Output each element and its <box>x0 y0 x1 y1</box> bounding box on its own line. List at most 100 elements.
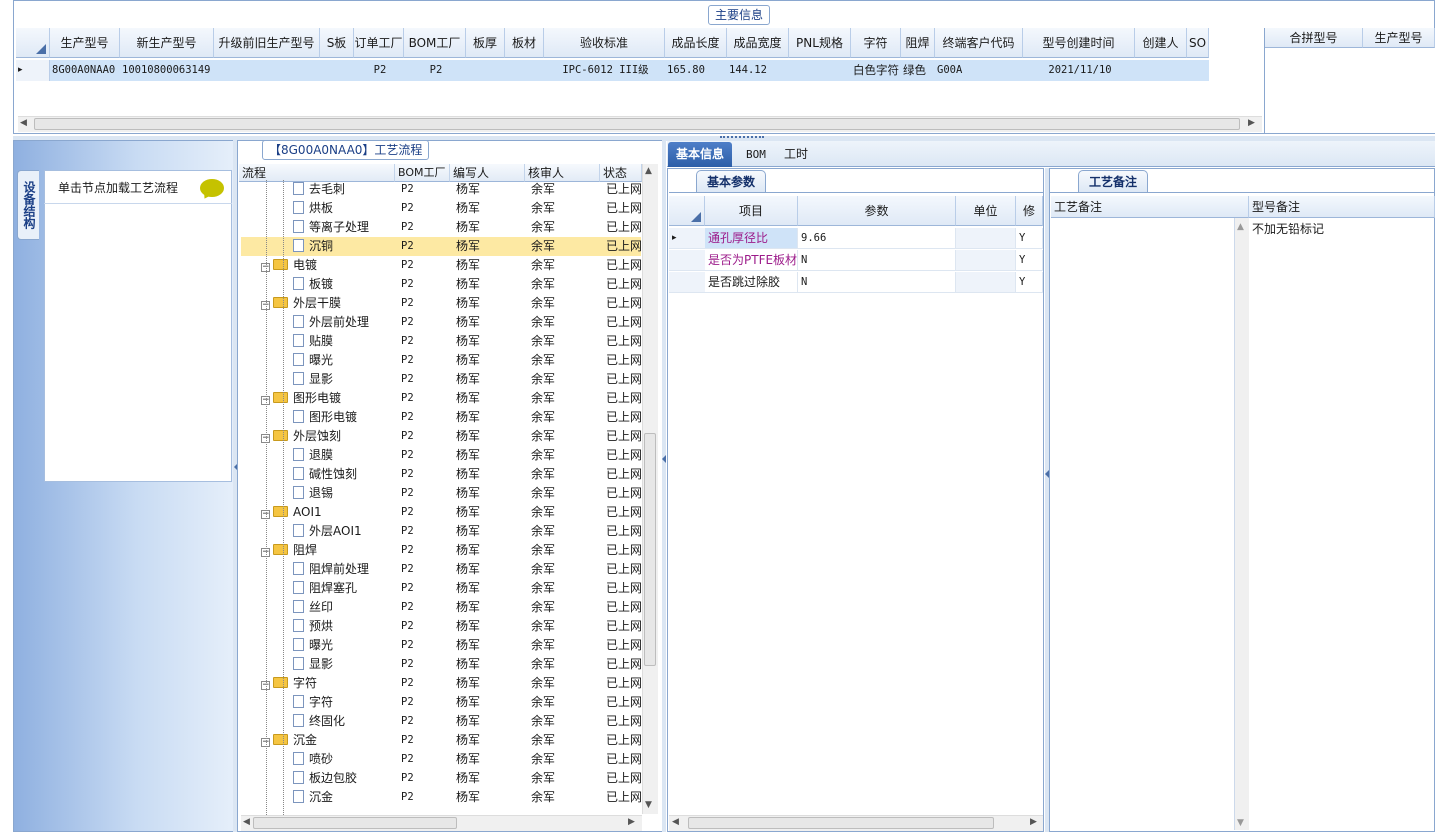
flow-writer-cell[interactable]: 杨军 <box>456 218 526 237</box>
flow-status-cell[interactable]: 已上网 <box>606 750 646 769</box>
flow-bom-cell[interactable]: P2 <box>401 674 451 693</box>
flow-status-cell[interactable]: 已上网 <box>606 693 646 712</box>
flow-writer-cell[interactable]: 杨军 <box>456 674 526 693</box>
flow-bom-cell[interactable]: P2 <box>401 313 451 332</box>
flow-node[interactable]: − 外层蚀刻 <box>261 427 395 446</box>
flow-status-cell[interactable]: 已上网 <box>606 598 646 617</box>
flow-node[interactable]: − 外层干膜 <box>261 294 395 313</box>
main-col-model[interactable]: 生产型号 <box>50 28 120 58</box>
flow-node[interactable]: − 图形电镀 <box>261 389 395 408</box>
main-cell-mask[interactable]: 绿色 <box>901 60 935 81</box>
main-col-thickness[interactable]: 板厚 <box>466 28 505 58</box>
params-col-value[interactable]: 参数 <box>798 196 956 226</box>
flow-reviewer-cell[interactable]: 余军 <box>531 636 601 655</box>
flow-status-cell[interactable]: 已上网 <box>606 370 646 389</box>
main-cell-width[interactable]: 144.12 <box>727 60 789 81</box>
flow-writer-cell[interactable]: 杨军 <box>456 484 526 503</box>
main-cell-thickness[interactable] <box>466 60 505 81</box>
flow-reviewer-cell[interactable]: 余军 <box>531 655 601 674</box>
flow-node[interactable]: 板边包胶 <box>293 769 395 788</box>
flow-reviewer-cell[interactable]: 余军 <box>531 218 601 237</box>
flow-writer-cell[interactable]: 杨军 <box>456 351 526 370</box>
flow-row[interactable]: 退锡 P2 杨军 余军 已上网 <box>241 484 642 503</box>
param-item-cell[interactable]: 是否为PTFE板材 <box>705 250 798 271</box>
flow-writer-cell[interactable]: 杨军 <box>456 237 526 256</box>
flow-status-cell[interactable]: 已上网 <box>606 389 646 408</box>
flow-node[interactable]: − 电镀 <box>261 256 395 275</box>
param-item-cell[interactable]: 是否跳过除胶 <box>705 272 798 293</box>
flow-row[interactable]: − 字符 P2 杨军 余军 已上网 <box>241 674 642 693</box>
flow-reviewer-cell[interactable]: 余军 <box>531 389 601 408</box>
flow-writer-cell[interactable]: 杨军 <box>456 389 526 408</box>
flow-bom-cell[interactable]: P2 <box>401 256 451 275</box>
flow-row[interactable]: 显影 P2 杨军 余军 已上网 <box>241 370 642 389</box>
flow-row[interactable]: 阻焊前处理 P2 杨军 余军 已上网 <box>241 560 642 579</box>
flow-vthumb[interactable] <box>644 433 656 666</box>
device-tree[interactable] <box>44 170 232 482</box>
flow-reviewer-cell[interactable]: 余军 <box>531 313 601 332</box>
param-unit-cell[interactable] <box>956 250 1016 271</box>
flow-bom-cell[interactable]: P2 <box>401 237 451 256</box>
flow-status-cell[interactable]: 已上网 <box>606 636 646 655</box>
flow-row[interactable]: 终固化 P2 杨军 余军 已上网 <box>241 712 642 731</box>
flow-node[interactable]: 外层前处理 <box>293 313 395 332</box>
flow-bom-cell[interactable]: P2 <box>401 332 451 351</box>
flow-writer-cell[interactable]: 杨军 <box>456 693 526 712</box>
flow-node[interactable]: 丝印 <box>293 598 395 617</box>
flow-writer-cell[interactable]: 杨军 <box>456 256 526 275</box>
param-unit-cell[interactable] <box>956 272 1016 293</box>
flow-reviewer-cell[interactable]: 余军 <box>531 769 601 788</box>
flow-row[interactable]: 贴膜 P2 杨军 余军 已上网 <box>241 332 642 351</box>
flow-status-cell[interactable]: 已上网 <box>606 769 646 788</box>
flow-row[interactable]: 板边包胶 P2 杨军 余军 已上网 <box>241 769 642 788</box>
flow-reviewer-cell[interactable]: 余军 <box>531 750 601 769</box>
param-mod-cell[interactable]: Y <box>1016 272 1043 293</box>
flow-writer-cell[interactable]: 杨军 <box>456 332 526 351</box>
main-cell-char[interactable]: 白色字符 <box>851 60 901 81</box>
flow-node[interactable]: 退锡 <box>293 484 395 503</box>
flow-node[interactable]: 碱性蚀刻 <box>293 465 395 484</box>
main-col-width[interactable]: 成品宽度 <box>727 28 789 58</box>
flow-bom-cell[interactable]: P2 <box>401 788 451 807</box>
process-note-textarea[interactable] <box>1051 218 1235 830</box>
main-col-material[interactable]: 板材 <box>505 28 544 58</box>
flow-status-cell[interactable]: 已上网 <box>606 313 646 332</box>
flow-status-cell[interactable]: 已上网 <box>606 674 646 693</box>
flow-reviewer-cell[interactable]: 余军 <box>531 503 601 522</box>
flow-bom-cell[interactable]: P2 <box>401 560 451 579</box>
main-cell-material[interactable] <box>505 60 544 81</box>
params-col-mod[interactable]: 修 <box>1016 196 1043 226</box>
flow-row[interactable]: − 外层干膜 P2 杨军 余军 已上网 <box>241 294 642 313</box>
flow-status-cell[interactable]: 已上网 <box>606 541 646 560</box>
flow-reviewer-cell[interactable]: 余军 <box>531 541 601 560</box>
flow-reviewer-cell[interactable]: 余军 <box>531 294 601 313</box>
scroll-right-icon[interactable]: ▶ <box>1248 118 1255 128</box>
flow-writer-cell[interactable]: 杨军 <box>456 579 526 598</box>
flow-writer-cell[interactable]: 杨军 <box>456 199 526 218</box>
main-cell-s_board[interactable] <box>320 60 354 81</box>
flow-row[interactable]: 碱性蚀刻 P2 杨军 余军 已上网 <box>241 465 642 484</box>
splitter-grip[interactable] <box>720 136 764 140</box>
flow-reviewer-cell[interactable]: 余军 <box>531 522 601 541</box>
flow-reviewer-cell[interactable]: 余军 <box>531 693 601 712</box>
flow-reviewer-cell[interactable]: 余军 <box>531 180 601 199</box>
flow-row[interactable]: 沉金 P2 杨军 余军 已上网 <box>241 788 642 807</box>
device-structure-tab[interactable]: 设备结构 <box>17 170 39 240</box>
main-col-new_model[interactable]: 新生产型号 <box>120 28 214 58</box>
flow-node[interactable]: 等离子处理 <box>293 218 395 237</box>
flow-row[interactable]: − 阻焊 P2 杨军 余军 已上网 <box>241 541 642 560</box>
flow-hthumb[interactable] <box>253 817 457 829</box>
flow-reviewer-cell[interactable]: 余军 <box>531 731 601 750</box>
flow-writer-cell[interactable]: 杨军 <box>456 313 526 332</box>
flow-status-cell[interactable]: 已上网 <box>606 332 646 351</box>
flow-row[interactable]: 退膜 P2 杨军 余军 已上网 <box>241 446 642 465</box>
main-col-standard[interactable]: 验收标准 <box>544 28 665 58</box>
flow-bom-cell[interactable]: P2 <box>401 522 451 541</box>
flow-reviewer-cell[interactable]: 余军 <box>531 199 601 218</box>
main-cell-creator[interactable] <box>1135 60 1187 81</box>
main-cell-order_factory[interactable]: P2 <box>354 60 404 81</box>
flow-row[interactable]: 丝印 P2 杨军 余军 已上网 <box>241 598 642 617</box>
tab-work-hours[interactable]: 工时 <box>776 142 816 167</box>
params-col-unit[interactable]: 单位 <box>956 196 1016 226</box>
main-cell-bom_factory[interactable]: P2 <box>404 60 466 81</box>
